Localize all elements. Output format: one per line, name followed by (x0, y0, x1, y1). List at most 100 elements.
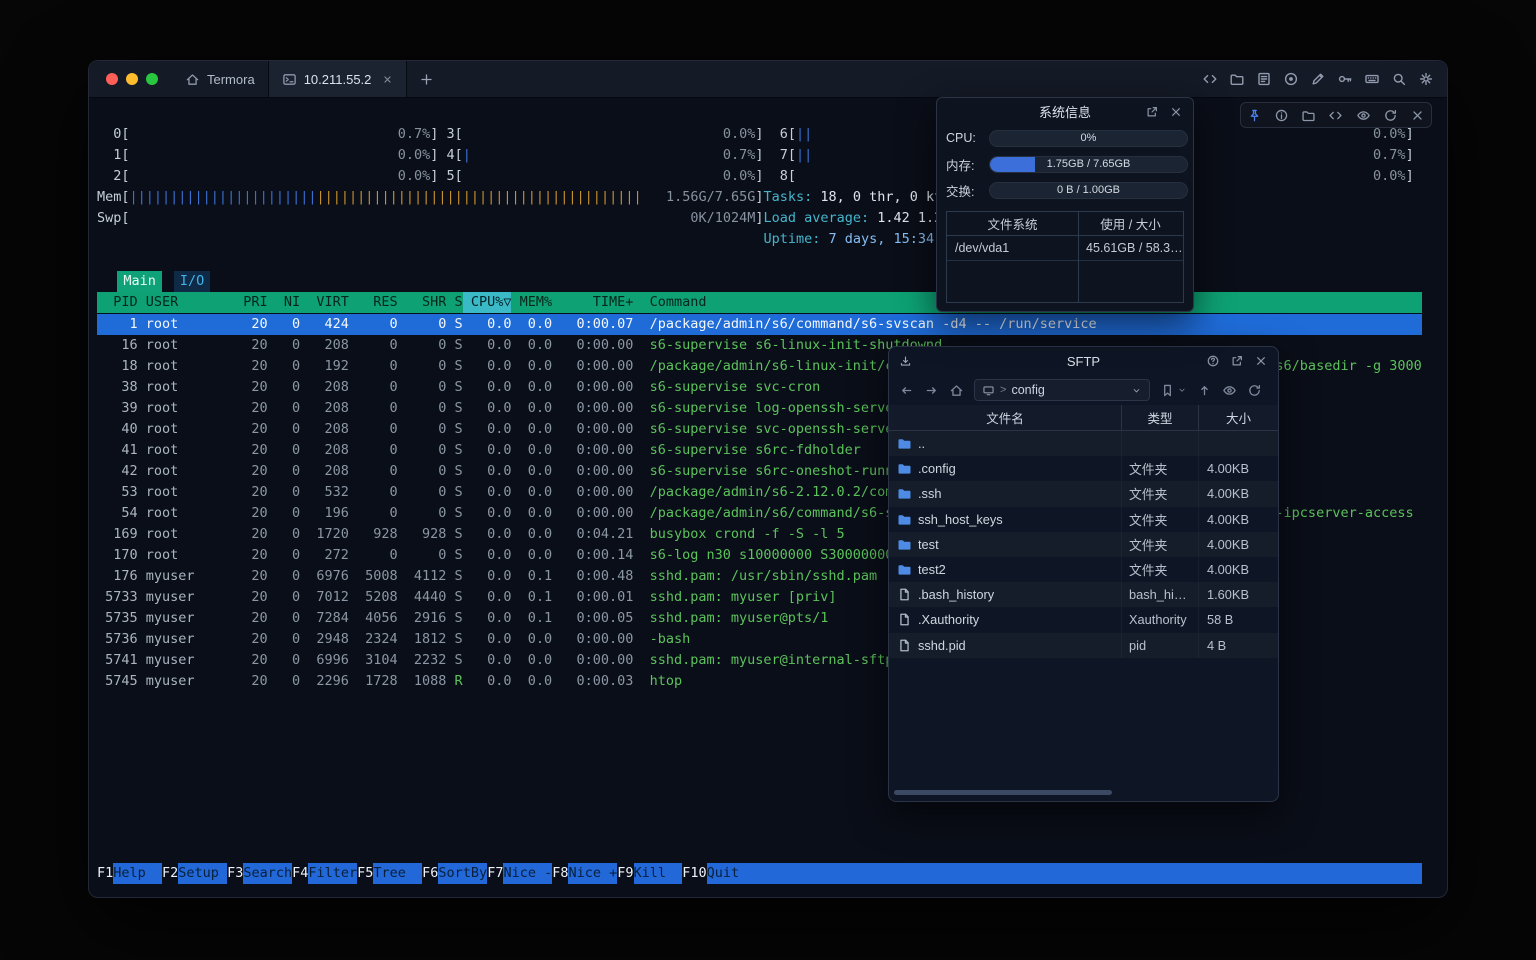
uptime-row: Uptime:7 days, 15:34:56 (97, 229, 1422, 250)
show-hidden-icon[interactable] (1222, 383, 1237, 398)
column-filename[interactable]: 文件名 (889, 405, 1121, 430)
record-icon[interactable] (1283, 71, 1299, 87)
filesystem-rows: /dev/vda145.61GB / 58.3… (947, 236, 1183, 261)
close-panel-icon[interactable] (1169, 105, 1183, 119)
eye-icon[interactable] (1356, 108, 1371, 123)
new-tab-button[interactable] (407, 61, 446, 97)
fkey-button[interactable]: F7Nice - (487, 863, 552, 884)
fkey-button[interactable]: F4Filter (292, 863, 357, 884)
search-icon[interactable] (1391, 71, 1407, 87)
sftp-file-row[interactable]: .XauthorityXauthority58 B (889, 607, 1278, 632)
minimize-window-button[interactable] (126, 73, 138, 85)
fkey-button[interactable]: F5Tree (357, 863, 422, 884)
cpu-meter-row-3: 2[0.0%]5[0.0%]8[0.0%] (97, 166, 1422, 187)
code-icon[interactable] (1202, 71, 1218, 87)
refresh-icon[interactable] (1247, 383, 1262, 398)
upload-icon[interactable] (1197, 383, 1212, 398)
open-in-window-icon[interactable] (1145, 105, 1159, 119)
sftp-file-row[interactable]: ssh_host_keys文件夹4.00KB (889, 507, 1278, 532)
uptime-info: Uptime:7 days, 15:34:56 (763, 229, 958, 250)
help-icon[interactable] (1206, 354, 1220, 368)
fkey-button[interactable]: F3Search (227, 863, 292, 884)
cpu-meter-1: 1[0.0%] (113, 145, 438, 166)
swap-gauge: 0 B / 1.00GB (989, 182, 1188, 199)
process-row[interactable]: 1 root20042400S0.00.00:00.07/package/adm… (97, 314, 1422, 335)
bookmark-control[interactable] (1160, 383, 1187, 398)
cpu-label: CPU: (946, 131, 989, 145)
fkey-button[interactable]: F10Quit (682, 863, 755, 884)
home-icon (185, 72, 200, 87)
system-info-panel: 系统信息 CPU: 0% 内存: 1.75GB / 7.65GB 交换: 0 B… (936, 97, 1194, 312)
open-in-window-icon[interactable] (1230, 354, 1244, 368)
terminal-icon (282, 72, 297, 87)
code-icon[interactable] (1328, 108, 1343, 123)
htop-screen-tab[interactable]: I/O (174, 271, 210, 292)
path-breadcrumb[interactable]: > config (974, 379, 1150, 401)
back-icon[interactable] (899, 383, 914, 398)
sftp-table-header[interactable]: 文件名 类型 大小 (889, 405, 1278, 431)
sftp-file-row[interactable]: .ssh文件夹4.00KB (889, 481, 1278, 506)
close-icon[interactable] (1410, 108, 1425, 123)
keyboard-icon[interactable] (1364, 71, 1380, 87)
sftp-file-row[interactable]: sshd.pidpid4 B (889, 633, 1278, 658)
download-icon[interactable] (899, 347, 912, 375)
chevron-down-icon (1177, 385, 1187, 395)
column-mem: MEM% (511, 292, 552, 313)
column-type[interactable]: 类型 (1121, 405, 1198, 430)
fkey-button[interactable]: F1Help (97, 863, 162, 884)
column-ni: NI (268, 292, 301, 313)
folder-fill-icon (897, 537, 912, 552)
cpu-value: 0% (990, 131, 1187, 146)
sftp-title-tools (1206, 347, 1268, 374)
process-table-header[interactable]: PID USERPRINIVIRTRESSHRSCPU%▽MEM%TIME+Co… (97, 292, 1422, 313)
column-command: Command (650, 292, 707, 313)
pencil-icon[interactable] (1310, 71, 1326, 87)
chevron-down-icon[interactable] (1131, 385, 1142, 396)
tab-termora[interactable]: Termora (172, 61, 268, 97)
folder-fill-icon (897, 461, 912, 476)
sftp-file-row[interactable]: .. (889, 431, 1278, 456)
folder-icon[interactable] (1301, 108, 1316, 123)
close-tab-icon[interactable] (382, 74, 393, 85)
sftp-file-row[interactable]: test2文件夹4.00KB (889, 557, 1278, 582)
journal-icon[interactable] (1256, 71, 1272, 87)
fkey-button[interactable]: F8Nice + (552, 863, 617, 884)
sftp-file-row[interactable]: .config文件夹4.00KB (889, 456, 1278, 481)
column-size[interactable]: 大小 (1198, 405, 1278, 430)
key-icon[interactable] (1337, 71, 1353, 87)
filesystem-row[interactable]: /dev/vda145.61GB / 58.3… (947, 236, 1183, 261)
bookmark-icon (1160, 383, 1175, 398)
fkey-button[interactable]: F9Kill (617, 863, 682, 884)
home-dir-icon[interactable] (949, 383, 964, 398)
tab-label: 10.211.55.2 (304, 72, 372, 87)
fkey-button[interactable]: F6SortBy (422, 863, 487, 884)
forward-icon[interactable] (924, 383, 939, 398)
cpu-meter-5: 5[0.0%] (446, 166, 763, 187)
fkey-button[interactable]: F2Setup (162, 863, 227, 884)
pin-icon[interactable] (1247, 108, 1262, 123)
column-pri: PRI (227, 292, 268, 313)
sftp-file-row[interactable]: test文件夹4.00KB (889, 532, 1278, 557)
cpu-gauge-row: CPU: 0% (937, 125, 1193, 151)
settings-icon[interactable] (1418, 71, 1434, 87)
htop-screen-tab[interactable]: Main (117, 271, 162, 292)
column-state: S (446, 292, 462, 313)
sftp-file-row[interactable]: .bash_historybash_hi…1.60KB (889, 582, 1278, 607)
zoom-window-button[interactable] (146, 73, 158, 85)
htop-screen-tabs: Main I/O (117, 271, 222, 292)
memory-value: 1.75GB / 7.65GB (990, 157, 1187, 172)
close-window-button[interactable] (106, 73, 118, 85)
refresh-icon[interactable] (1383, 108, 1398, 123)
cpu-meter-0: 0[0.7%] (113, 124, 438, 145)
column-cpu-sorted: CPU%▽ (463, 292, 512, 313)
tab-host-10-211-55-2[interactable]: 10.211.55.2 (268, 61, 408, 97)
window-controls (89, 61, 172, 97)
folder-icon[interactable] (1229, 71, 1245, 87)
close-sftp-icon[interactable] (1254, 354, 1268, 368)
horizontal-scrollbar[interactable] (894, 790, 1112, 795)
memory-meter: Mem[||||||||||||||||||||||||||||||||||||… (97, 187, 764, 208)
column-user: USER (146, 292, 227, 313)
swap-label: 交换: (946, 181, 989, 200)
cpu-meter-row-1: 0[0.7%]3[0.0%]6[||0.0%] (97, 124, 1422, 145)
info-icon[interactable] (1274, 108, 1289, 123)
